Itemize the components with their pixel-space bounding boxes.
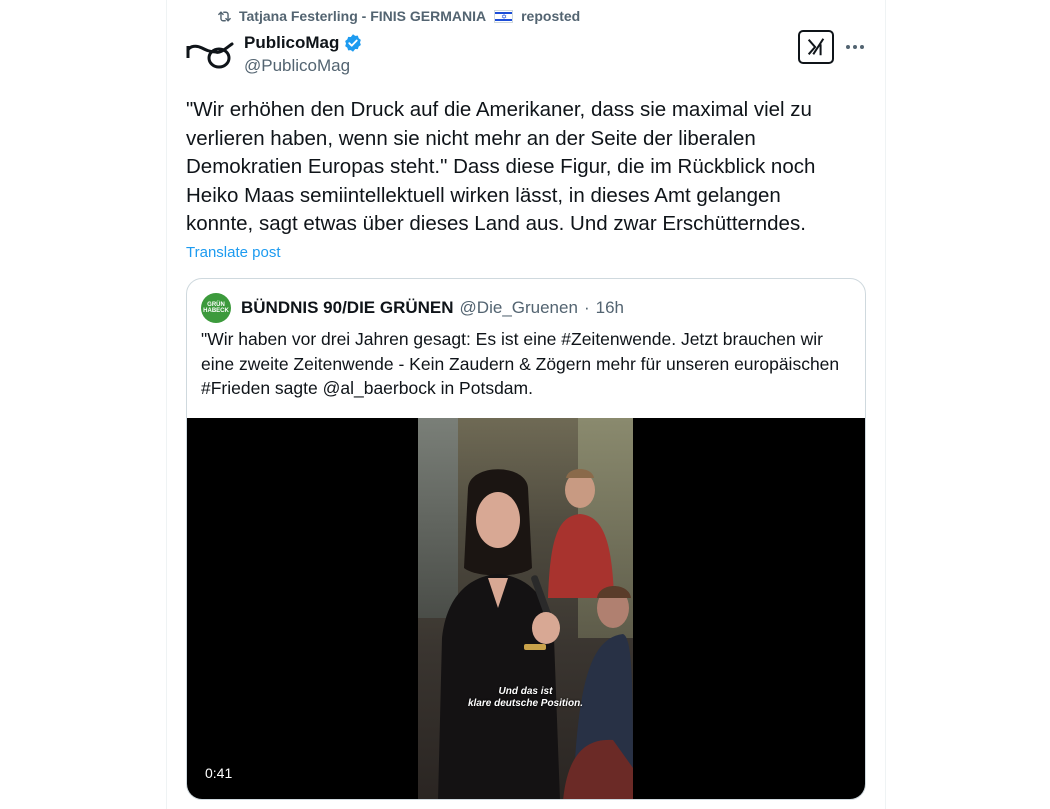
speaker-person bbox=[438, 469, 560, 799]
audience-people bbox=[563, 586, 633, 799]
video-subtitle: Und das ist klare deutsche Position. bbox=[418, 686, 633, 710]
author-name[interactable]: PublicoMag bbox=[244, 33, 339, 53]
repost-suffix: reposted bbox=[521, 8, 581, 24]
video-player[interactable]: Und das ist klare deutsche Position. 0:4… bbox=[187, 418, 865, 799]
quoted-post-text: "Wir haben vor drei Jahren gesagt: Es is… bbox=[201, 329, 840, 398]
posthorn-logo-icon bbox=[186, 42, 234, 69]
repost-icon bbox=[218, 11, 231, 21]
repost-context[interactable]: Tatjana Festerling - FINIS GERMANIA ✡ re… bbox=[216, 6, 580, 26]
subtitle-line-1: Und das ist bbox=[498, 686, 553, 697]
quoted-post-time[interactable]: 16h bbox=[596, 298, 624, 318]
post-author[interactable]: PublicoMag @PublicoMag bbox=[244, 32, 363, 76]
separator-dot: · bbox=[583, 298, 590, 317]
israel-flag-emoji: ✡ bbox=[494, 9, 514, 23]
subtitle-line-2: klare deutsche Position. bbox=[467, 698, 584, 709]
quoted-author-name[interactable]: BÜNDNIS 90/DIE GRÜNEN bbox=[241, 298, 454, 318]
more-options-icon[interactable] bbox=[842, 36, 868, 58]
author-avatar[interactable] bbox=[186, 36, 234, 76]
video-frame[interactable]: Und das ist klare deutsche Position. bbox=[418, 418, 633, 799]
verified-badge-icon[interactable] bbox=[343, 33, 363, 53]
translate-post-link[interactable]: Translate post bbox=[186, 244, 281, 261]
grok-icon bbox=[807, 38, 825, 56]
quoted-author-handle[interactable]: @Die_Gruenen bbox=[460, 298, 578, 318]
grok-button[interactable] bbox=[798, 30, 834, 64]
quoted-author-avatar[interactable]: GRÜN HABECK bbox=[201, 293, 231, 323]
author-handle[interactable]: @PublicoMag bbox=[244, 56, 363, 76]
repost-user[interactable]: Tatjana Festerling - FINIS GERMANIA bbox=[239, 8, 486, 24]
quoted-post-header: GRÜN HABECK BÜNDNIS 90/DIE GRÜNEN @Die_G… bbox=[201, 293, 624, 323]
quoted-post[interactable]: GRÜN HABECK BÜNDNIS 90/DIE GRÜNEN @Die_G… bbox=[186, 278, 866, 800]
post-text: "Wir erhöhen den Druck auf die Amerikane… bbox=[186, 98, 816, 235]
video-duration: 0:41 bbox=[199, 763, 239, 783]
